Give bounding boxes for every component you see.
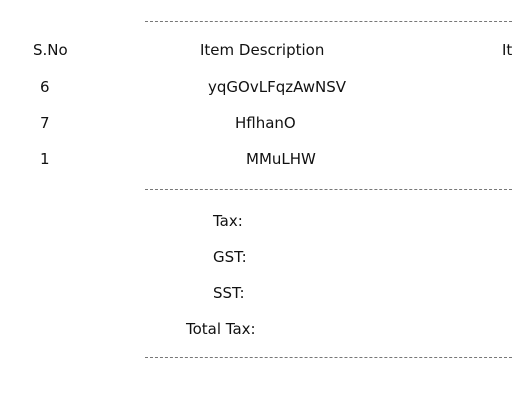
row-sno: 6 <box>40 78 50 96</box>
row-item-description: yqGOvLFqzAwNSV <box>208 78 347 96</box>
header-sno: S.No <box>33 41 68 59</box>
row-item-description: HflhanO <box>235 114 296 132</box>
header-item-truncated: It <box>502 41 512 59</box>
gst-label: GST: <box>213 248 247 266</box>
middle-divider <box>145 189 512 190</box>
header-item-description: Item Description <box>200 41 325 59</box>
tax-label: Tax: <box>213 212 243 230</box>
row-item-description: MMuLHW <box>246 150 316 168</box>
row-sno: 1 <box>40 150 50 168</box>
sst-label: SST: <box>213 284 245 302</box>
top-divider <box>145 21 512 22</box>
total-tax-label: Total Tax: <box>186 320 256 338</box>
bottom-divider <box>145 357 512 358</box>
row-sno: 7 <box>40 114 50 132</box>
